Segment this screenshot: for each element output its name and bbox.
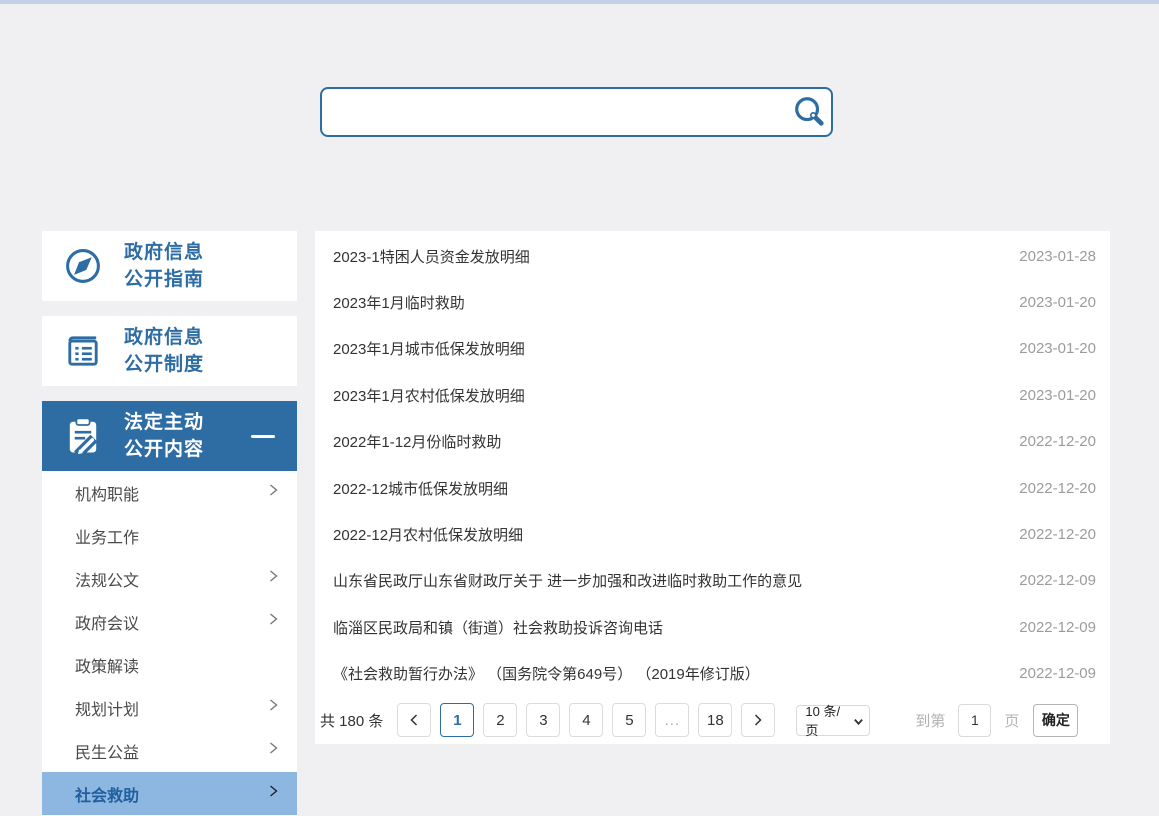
search-input[interactable] [322, 89, 789, 135]
page-size-select[interactable]: 10 条/页 [796, 705, 870, 736]
menu-item-label: 法规公文 [75, 567, 268, 591]
news-title[interactable]: 2022-12城市低保发放明细 [333, 478, 999, 499]
page-button-1[interactable]: 1 [440, 703, 474, 737]
sidebar-menu-item-1[interactable]: 业务工作 [42, 514, 297, 557]
chevron-right-icon [268, 483, 279, 502]
pagination: 共 180 条 12345... 18 10 条/页 到第 页 确定 [315, 697, 1110, 744]
top-accent-bar [0, 0, 1159, 4]
news-title[interactable]: 临淄区民政局和镇（街道）社会救助投诉咨询电话 [333, 617, 999, 638]
chevron-right-icon [268, 569, 279, 588]
menu-item-label: 业务工作 [75, 524, 279, 548]
news-list-item-5[interactable]: 2022-12城市低保发放明细 2022-12-20 [315, 465, 1110, 511]
sidebar-card-guide[interactable]: 政府信息 公开指南 [42, 231, 297, 301]
news-date: 2022-12-09 [1019, 619, 1096, 636]
sidebar: 政府信息 公开指南 政府信息 公开制度 [42, 231, 297, 816]
total-count-label: 共 180 条 [320, 710, 383, 731]
chevron-right-icon [268, 698, 279, 717]
goto-page-prefix: 到第 [915, 710, 945, 731]
news-title[interactable]: 2023年1月农村低保发放明细 [333, 385, 999, 406]
magnifier-icon [792, 95, 826, 129]
page-button-18[interactable]: 18 [698, 703, 732, 737]
minus-icon[interactable] [251, 435, 275, 438]
news-list-item-3[interactable]: 2023年1月农村低保发放明细 2023-01-20 [315, 372, 1110, 418]
page-button-3[interactable]: 3 [526, 703, 560, 737]
sidebar-menu-item-5[interactable]: 规划计划 [42, 686, 297, 729]
news-date: 2023-01-20 [1019, 340, 1096, 357]
news-date: 2023-01-20 [1019, 294, 1096, 311]
news-title[interactable]: 2022-12月农村低保发放明细 [333, 524, 999, 545]
clipboard-pen-icon [42, 414, 124, 458]
sidebar-menu-item-7[interactable]: 社会救助 [42, 772, 297, 815]
news-date: 2022-12-09 [1019, 665, 1096, 682]
content-panel: 2023-1特困人员资金发放明细2023-01-282023年1月临时救助202… [315, 231, 1110, 744]
news-title[interactable]: 2023-1特困人员资金发放明细 [333, 246, 999, 267]
menu-item-label: 机构职能 [75, 481, 268, 505]
news-date: 2023-01-20 [1019, 387, 1096, 404]
news-date: 2023-01-28 [1019, 248, 1096, 265]
compass-icon [42, 244, 124, 288]
prev-page-button[interactable] [397, 703, 431, 737]
news-list-item-6[interactable]: 2022-12月农村低保发放明细 2022-12-20 [315, 511, 1110, 557]
chevron-left-icon [408, 713, 420, 727]
news-date: 2022-12-20 [1019, 480, 1096, 497]
news-list: 2023-1特困人员资金发放明细2023-01-282023年1月临时救助202… [315, 231, 1110, 697]
goto-page-suffix: 页 [1004, 710, 1019, 731]
page-buttons: 12345... 18 [397, 703, 775, 737]
news-list-item-0[interactable]: 2023-1特困人员资金发放明细 2023-01-28 [315, 233, 1110, 279]
sidebar-menu-item-4[interactable]: 政策解读 [42, 643, 297, 686]
news-list-item-9[interactable]: 《社会救助暂行办法》 （国务院令第649号） （2019年修订版） 2022-12… [315, 651, 1110, 697]
chevron-right-icon [268, 612, 279, 631]
chevron-right-icon [752, 713, 764, 727]
news-title[interactable]: 2023年1月临时救助 [333, 292, 999, 313]
news-list-item-2[interactable]: 2023年1月城市低保发放明细 2023-01-20 [315, 326, 1110, 372]
sidebar-menu: 机构职能业务工作法规公文政府会议政策解读规划计划民生公益社会救助 [42, 471, 297, 816]
chevron-right-icon [268, 784, 279, 803]
page-button-4[interactable]: 4 [569, 703, 603, 737]
page-ellipsis: ... [655, 703, 689, 737]
card-label: 政府信息 公开指南 [124, 239, 204, 293]
confirm-button[interactable]: 确定 [1033, 704, 1078, 737]
sidebar-menu-item-3[interactable]: 政府会议 [42, 600, 297, 643]
chevron-right-icon [268, 741, 279, 760]
search-button[interactable] [789, 92, 829, 132]
menu-item-label: 民生公益 [75, 739, 268, 763]
goto-page-input[interactable] [958, 704, 991, 737]
menu-item-label: 规划计划 [75, 696, 268, 720]
search-box [320, 87, 833, 137]
news-date: 2022-12-09 [1019, 572, 1096, 589]
page-size-value: 10 条/页 [805, 701, 851, 739]
page-button-2[interactable]: 2 [483, 703, 517, 737]
news-list-item-4[interactable]: 2022年1-12月份临时救助 2022-12-20 [315, 419, 1110, 465]
card-label: 政府信息 公开制度 [124, 324, 204, 378]
chevron-down-icon [853, 715, 864, 730]
news-list-item-7[interactable]: 山东省民政厅山东省财政厅关于 进一步加强和改进临时救助工作的意见 2022-12-… [315, 558, 1110, 604]
menu-item-label: 社会救助 [75, 782, 268, 806]
sidebar-menu-item-0[interactable]: 机构职能 [42, 471, 297, 514]
page-button-5[interactable]: 5 [612, 703, 646, 737]
card-label: 法定主动 公开内容 [124, 409, 204, 463]
menu-item-label: 政策解读 [75, 653, 279, 677]
menu-item-label: 政府会议 [75, 610, 268, 634]
news-date: 2022-12-20 [1019, 433, 1096, 450]
sidebar-menu-item-6[interactable]: 民生公益 [42, 729, 297, 772]
news-title[interactable]: 《社会救助暂行办法》 （国务院令第649号） （2019年修订版） [333, 663, 999, 684]
sidebar-menu-item-2[interactable]: 法规公文 [42, 557, 297, 600]
news-title[interactable]: 2022年1-12月份临时救助 [333, 431, 999, 452]
sidebar-card-rules[interactable]: 政府信息 公开制度 [42, 316, 297, 386]
ledger-icon [42, 329, 124, 373]
news-title[interactable]: 2023年1月城市低保发放明细 [333, 338, 999, 359]
sidebar-card-statutory-disclosure[interactable]: 法定主动 公开内容 [42, 401, 297, 471]
next-page-button[interactable] [741, 703, 775, 737]
news-list-item-8[interactable]: 临淄区民政局和镇（街道）社会救助投诉咨询电话 2022-12-09 [315, 604, 1110, 650]
news-date: 2022-12-20 [1019, 526, 1096, 543]
news-list-item-1[interactable]: 2023年1月临时救助 2023-01-20 [315, 279, 1110, 325]
news-title[interactable]: 山东省民政厅山东省财政厅关于 进一步加强和改进临时救助工作的意见 [333, 570, 999, 591]
